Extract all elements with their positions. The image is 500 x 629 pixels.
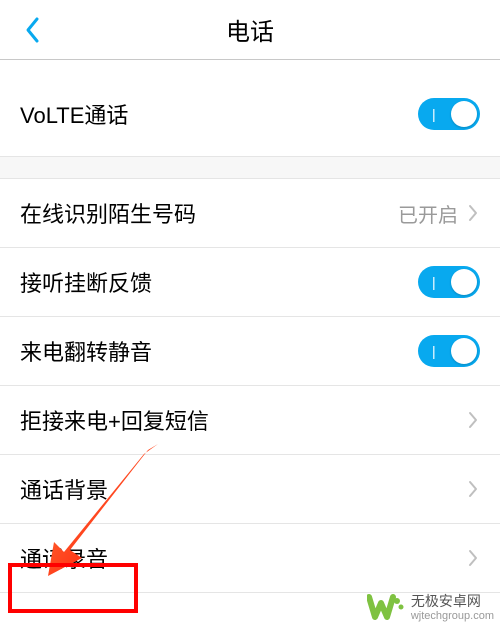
spacer [0, 60, 500, 72]
row-label: 通话录音 [20, 542, 108, 574]
toggle-knob [451, 269, 477, 295]
chevron-right-icon [468, 410, 480, 430]
row-right: | [418, 98, 480, 130]
row-call-record[interactable]: 通话录音 [0, 524, 500, 593]
toggle-on-mark: | [432, 106, 436, 122]
row-right: | [418, 335, 480, 367]
chevron-right-icon [468, 203, 480, 223]
back-chevron-icon [24, 16, 40, 44]
row-caller-id[interactable]: 在线识别陌生号码 已开启 [0, 179, 500, 248]
toggle-flip-mute[interactable]: | [418, 335, 480, 367]
row-label: 来电翻转静音 [20, 335, 152, 367]
back-button[interactable] [12, 10, 52, 50]
toggle-on-mark: | [432, 274, 436, 290]
row-label: 通话背景 [20, 473, 108, 505]
row-right [468, 479, 480, 499]
toggle-knob [451, 101, 477, 127]
chevron-right-icon [468, 548, 480, 568]
row-call-bg[interactable]: 通话背景 [0, 455, 500, 524]
toggle-knob [451, 338, 477, 364]
page-title: 电话 [0, 12, 500, 47]
watermark-logo-icon [367, 593, 405, 623]
toggle-answer-feedback[interactable]: | [418, 266, 480, 298]
row-value: 已开启 [398, 199, 458, 228]
row-reject-sms[interactable]: 拒接来电+回复短信 [0, 386, 500, 455]
header: 电话 [0, 0, 500, 60]
row-answer-feedback[interactable]: 接听挂断反馈 | [0, 248, 500, 317]
row-label: VoLTE通话 [20, 98, 128, 130]
row-flip-mute[interactable]: 来电翻转静音 | [0, 317, 500, 386]
toggle-volte[interactable]: | [418, 98, 480, 130]
watermark-title: 无极安卓网 [411, 594, 494, 609]
row-label: 在线识别陌生号码 [20, 197, 196, 229]
watermark: 无极安卓网 wjtechgroup.com [367, 593, 494, 623]
row-right: | [418, 266, 480, 298]
row-label: 接听挂断反馈 [20, 266, 152, 298]
row-label: 拒接来电+回复短信 [20, 404, 209, 436]
row-right [468, 548, 480, 568]
watermark-url: wjtechgroup.com [411, 610, 494, 622]
section-gap [0, 157, 500, 179]
row-right [468, 410, 480, 430]
watermark-text: 无极安卓网 wjtechgroup.com [411, 594, 494, 621]
toggle-on-mark: | [432, 343, 436, 359]
row-volte[interactable]: VoLTE通话 | [0, 72, 500, 157]
chevron-right-icon [468, 479, 480, 499]
settings-list: VoLTE通话 | 在线识别陌生号码 已开启 接听挂断反馈 | 来电翻转静音 [0, 60, 500, 593]
row-right: 已开启 [398, 199, 480, 228]
